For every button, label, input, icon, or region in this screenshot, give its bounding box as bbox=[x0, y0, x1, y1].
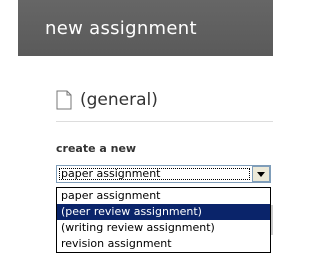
assignment-type-select[interactable]: paper assignment bbox=[56, 165, 271, 183]
chevron-down-icon bbox=[257, 172, 265, 177]
option-peer-review-assignment[interactable]: (peer review assignment) bbox=[57, 204, 270, 220]
header-bar: new assignment bbox=[18, 0, 273, 56]
page: new assignment (general) create a new pa… bbox=[0, 0, 273, 254]
option-writing-review-assignment[interactable]: (writing review assignment) bbox=[57, 220, 270, 236]
document-icon bbox=[56, 90, 72, 110]
edge-divider bbox=[271, 205, 273, 235]
create-label: create a new bbox=[56, 142, 137, 155]
section-title: (general) bbox=[80, 90, 158, 110]
option-paper-assignment[interactable]: paper assignment bbox=[57, 188, 270, 204]
section-general: (general) bbox=[56, 88, 273, 122]
dropdown-button[interactable] bbox=[252, 166, 270, 182]
select-value: paper assignment bbox=[61, 167, 161, 180]
dropdown-list: paper assignment (peer review assignment… bbox=[56, 187, 271, 253]
divider bbox=[56, 121, 273, 122]
option-revision-assignment[interactable]: revision assignment bbox=[57, 236, 270, 252]
page-title: new assignment bbox=[45, 18, 197, 39]
